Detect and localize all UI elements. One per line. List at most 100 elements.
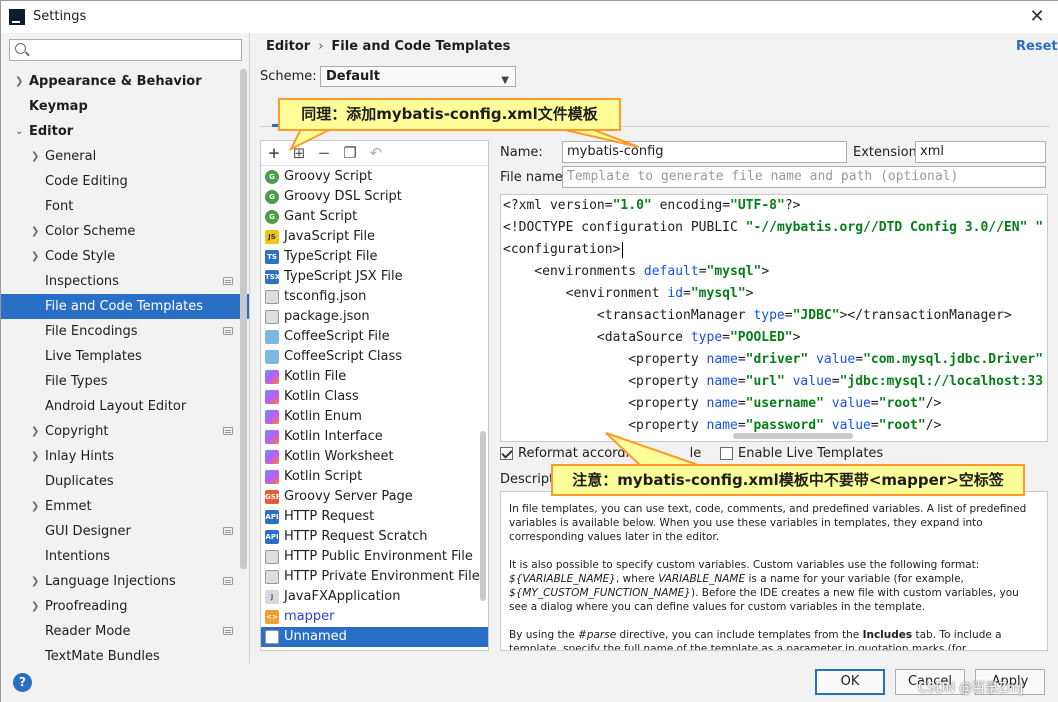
kotlin-icon [265, 450, 279, 464]
sidebar-item-gui-designer[interactable]: GUI Designer [1, 519, 249, 544]
extension-label: Extension: [853, 145, 922, 160]
template-code-editor[interactable]: <?xml version="1.0" encoding="UTF-8"?> <… [500, 194, 1048, 442]
live-templates-checkbox[interactable] [720, 447, 733, 460]
sidebar-item-keymap[interactable]: Keymap [1, 94, 249, 119]
chevron-right-icon[interactable]: ❯ [15, 69, 23, 94]
sidebar-item-copyright[interactable]: ❯ Copyright [1, 419, 249, 444]
list-item[interactable]: G Gant Script [261, 207, 488, 227]
annotation-callout-top: 同理：添加mybatis-config.xml文件模板 [278, 98, 621, 131]
dialog-buttons: ? OK Cancel Apply [1, 663, 1058, 702]
list-item[interactable]: tsconfig.json [261, 287, 488, 307]
reset-link[interactable]: Reset [1016, 39, 1058, 54]
description-label: Descripti [500, 472, 558, 487]
sidebar-item-reader-mode[interactable]: Reader Mode [1, 619, 249, 644]
code-line: <?xml version="1.0" encoding="UTF-8"?> [503, 198, 801, 213]
list-item[interactable]: package.json [261, 307, 488, 327]
sidebar-item-inlay-hints[interactable]: ❯ Inlay Hints [1, 444, 249, 469]
close-icon[interactable]: ✕ [1025, 5, 1049, 29]
sidebar-item-emmet[interactable]: ❯ Emmet [1, 494, 249, 519]
sidebar-item-android-layout-editor[interactable]: Android Layout Editor [1, 394, 249, 419]
sidebar-item-language-injections[interactable]: ❯ Language Injections [1, 569, 249, 594]
chevron-right-icon[interactable]: ❯ [31, 244, 39, 269]
intellij-app-icon [9, 9, 25, 25]
list-item[interactable]: Kotlin Enum [261, 407, 488, 427]
help-icon[interactable]: ? [13, 673, 32, 692]
sidebar-item-code-style[interactable]: ❯ Code Style [1, 244, 249, 269]
list-item[interactable]: Kotlin Script [261, 467, 488, 487]
sidebar-item-file-encodings[interactable]: File Encodings [1, 319, 249, 344]
sidebar-item-general[interactable]: ❯ General [1, 144, 249, 169]
reformat-checkbox[interactable] [500, 447, 513, 460]
list-item[interactable]: HTTP Public Environment File [261, 547, 488, 567]
groovy-icon: G [265, 210, 279, 224]
chevron-right-icon[interactable]: ❯ [31, 494, 39, 519]
code-line: <dataSource type="POOLED"> [503, 330, 801, 345]
chevron-right-icon[interactable]: ❯ [31, 144, 39, 169]
ok-button[interactable]: OK [815, 669, 885, 695]
chevron-right-icon[interactable]: ❯ [31, 594, 39, 619]
sidebar-item-code-editing[interactable]: Code Editing [1, 169, 249, 194]
settings-search[interactable] [9, 39, 242, 61]
list-item[interactable]: J JavaFXApplication [261, 587, 488, 607]
chevron-right-icon[interactable]: ❯ [31, 569, 39, 594]
add-child-icon[interactable]: ⊞ [290, 144, 308, 162]
list-item[interactable]: API HTTP Request Scratch [261, 527, 488, 547]
list-item[interactable]: Kotlin File [261, 367, 488, 387]
sidebar-item-font[interactable]: Font [1, 194, 249, 219]
list-item[interactable]: Unnamed [261, 627, 488, 647]
chevron-right-icon[interactable]: ❯ [31, 219, 39, 244]
list-item[interactable]: G Groovy Script [261, 167, 488, 187]
extension-field[interactable]: xml [915, 141, 1046, 163]
list-item[interactable]: <> mapper [261, 607, 488, 627]
name-field[interactable]: mybatis-config [562, 141, 847, 163]
reformat-label: Reformat according le [518, 446, 702, 461]
templates-list: G Groovy Script G Groovy DSL Script G Gant … [261, 167, 488, 647]
sidebar-item-textmate-bundles[interactable]: TextMate Bundles [1, 644, 249, 663]
sidebar-item-duplicates[interactable]: Duplicates [1, 469, 249, 494]
list-item[interactable]: CoffeeScript Class [261, 347, 488, 367]
sidebar-item-editor[interactable]: ⌄ Editor [1, 119, 249, 144]
editor-scrollbar[interactable] [733, 433, 853, 439]
remove-icon[interactable]: − [315, 144, 333, 162]
sidebar-item-inspections[interactable]: Inspections [1, 269, 249, 294]
text-caret [622, 242, 623, 258]
list-item[interactable]: Kotlin Worksheet [261, 447, 488, 467]
coffeescript-icon [265, 330, 279, 344]
sidebar-item-appearance-behavior[interactable]: ❯ Appearance & Behavior [1, 69, 249, 94]
chevron-down-icon[interactable]: ⌄ [15, 119, 23, 144]
sidebar-item-proofreading[interactable]: ❯ Proofreading [1, 594, 249, 619]
list-item[interactable]: CoffeeScript File [261, 327, 488, 347]
list-item[interactable]: API HTTP Request [261, 507, 488, 527]
kotlin-icon [265, 430, 279, 444]
list-item[interactable]: JS JavaScript File [261, 227, 488, 247]
list-item[interactable]: GSPGroovy Server Page [261, 487, 488, 507]
code-line: <configuration> [503, 242, 621, 257]
search-input[interactable] [32, 41, 237, 59]
description-paragraph: It is also possible to specify custom va… [509, 559, 1019, 613]
revert-icon[interactable]: ↶ [367, 144, 385, 162]
list-item[interactable]: G Groovy DSL Script [261, 187, 488, 207]
add-template-icon[interactable]: + [265, 144, 283, 162]
list-item[interactable]: HTTP Private Environment File [261, 567, 488, 587]
sidebar-item-live-templates[interactable]: Live Templates [1, 344, 249, 369]
templates-list-scrollbar[interactable] [480, 431, 486, 601]
sidebar-scrollbar[interactable] [240, 69, 247, 569]
sidebar-item-file-and-code-templates[interactable]: File and Code Templates [1, 294, 249, 319]
list-item[interactable]: Kotlin Class [261, 387, 488, 407]
file-name-field[interactable]: Template to generate file name and path … [562, 166, 1046, 188]
list-item[interactable]: Kotlin Interface [261, 427, 488, 447]
project-settings-icon [223, 527, 233, 535]
sidebar-item-color-scheme[interactable]: ❯ Color Scheme [1, 219, 249, 244]
xml-icon: <> [265, 610, 279, 624]
live-templates-label: Enable Live Templates [738, 446, 884, 461]
breadcrumb-separator: › [318, 39, 324, 54]
list-item[interactable]: TSX TypeScript JSX File [261, 267, 488, 287]
chevron-right-icon[interactable]: ❯ [31, 419, 39, 444]
copy-icon[interactable]: ❐ [341, 144, 359, 162]
sidebar-item-intentions[interactable]: Intentions [1, 544, 249, 569]
sidebar-item-file-types[interactable]: File Types [1, 369, 249, 394]
list-item[interactable]: TS TypeScript File [261, 247, 488, 267]
scheme-select[interactable]: Default ▼ [320, 66, 516, 87]
chevron-right-icon[interactable]: ❯ [31, 444, 39, 469]
typescript-jsx-icon: TSX [265, 270, 279, 284]
